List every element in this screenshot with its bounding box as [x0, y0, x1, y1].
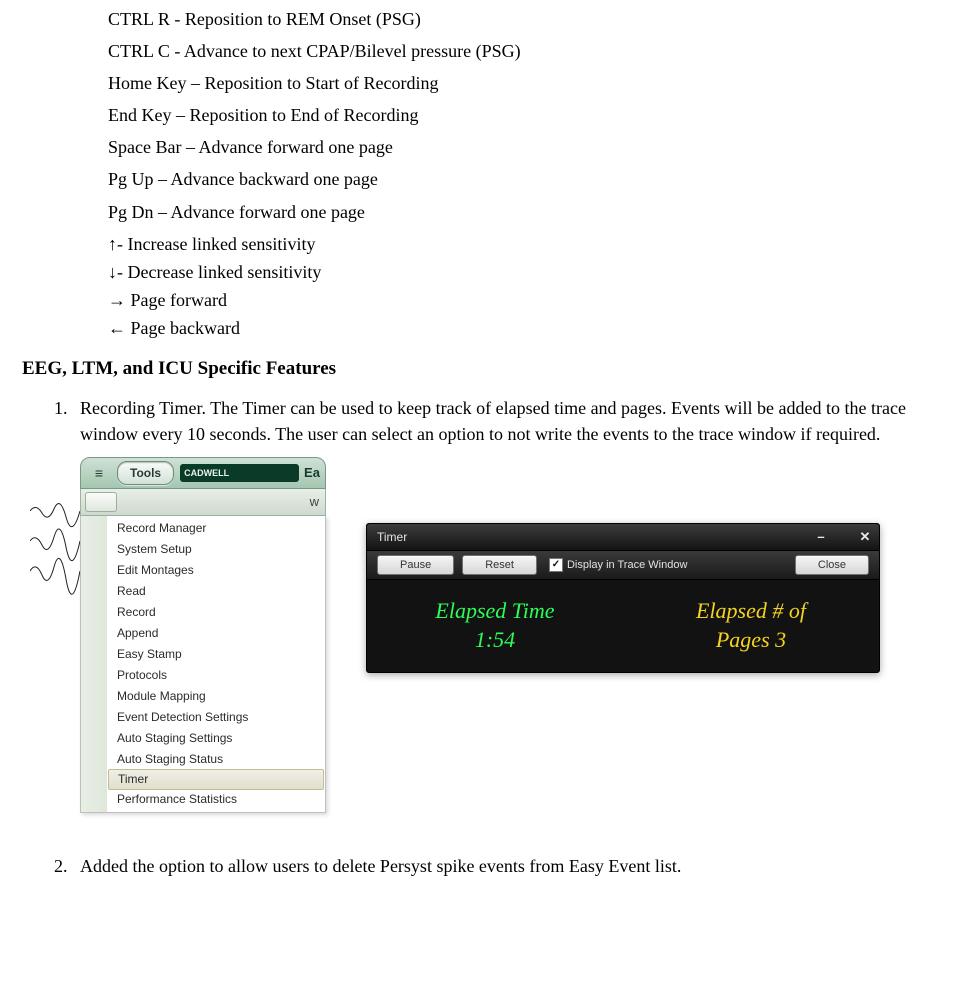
eeg-trace-decoration: [30, 493, 80, 613]
menu-item-performance-statistics[interactable]: Performance Statistics: [107, 789, 325, 810]
toolbar-icon[interactable]: [85, 492, 117, 512]
elapsed-pages-display: Elapsed # of Pages 3: [623, 580, 879, 672]
timer-title-text: Timer: [377, 530, 407, 544]
pause-button[interactable]: Pause: [377, 555, 454, 575]
shortcut-item: ↑- Increase linked sensitivity: [108, 231, 944, 257]
maximize-icon[interactable]: [833, 529, 853, 545]
reset-button[interactable]: Reset: [462, 555, 537, 575]
checkbox-label: Display in Trace Window: [567, 559, 687, 571]
timer-titlebar: Timer – ✕: [367, 524, 879, 551]
feature-2-text: Added the option to allow users to delet…: [80, 853, 944, 879]
menu-item-easy-stamp[interactable]: Easy Stamp: [107, 644, 325, 665]
close-icon[interactable]: ✕: [855, 529, 875, 545]
header-fragment: Ea: [299, 465, 325, 480]
menu-item-edit-montages[interactable]: Edit Montages: [107, 560, 325, 581]
feature-item-2: Added the option to allow users to delet…: [72, 853, 944, 879]
menu-item-append[interactable]: Append: [107, 623, 325, 644]
tools-menu-screenshot: ≡ Tools CADWELL Ea w Record ManagerSyste…: [80, 457, 326, 813]
menu-item-auto-staging-settings[interactable]: Auto Staging Settings: [107, 728, 325, 749]
shortcut-item: ↓- Decrease linked sensitivity: [108, 259, 944, 285]
shortcut-item: Pg Up – Advance backward one page: [108, 166, 944, 192]
tools-button[interactable]: Tools: [117, 461, 174, 485]
timer-window: Timer – ✕ Pause Reset ✓ Display in Trace…: [366, 523, 880, 673]
elapsed-pages-value: Pages 3: [716, 626, 786, 655]
menu-item-record[interactable]: Record: [107, 602, 325, 623]
tools-subtoolbar: w: [80, 489, 326, 516]
menu-item-timer[interactable]: Timer: [108, 769, 324, 790]
shortcut-item: ← Page backward: [108, 315, 944, 341]
checkbox-icon[interactable]: ✓: [549, 558, 563, 572]
menu-gutter: [81, 516, 107, 812]
shortcut-item: End Key – Reposition to End of Recording: [108, 102, 944, 128]
elapsed-time-value: 1:54: [475, 626, 515, 655]
tools-header-bar: ≡ Tools CADWELL Ea: [80, 457, 326, 489]
shortcut-item: → Page forward: [108, 287, 944, 313]
display-in-trace-checkbox[interactable]: ✓ Display in Trace Window: [549, 558, 687, 572]
shortcut-item: Space Bar – Advance forward one page: [108, 134, 944, 160]
shortcut-item: Home Key – Reposition to Start of Record…: [108, 70, 944, 96]
menu-item-read[interactable]: Read: [107, 581, 325, 602]
section-heading: EEG, LTM, and ICU Specific Features: [22, 355, 944, 383]
menu-item-record-manager[interactable]: Record Manager: [107, 518, 325, 539]
shortcut-item: CTRL R - Reposition to REM Onset (PSG): [108, 6, 944, 32]
brand-label: CADWELL: [180, 464, 299, 482]
shortcut-item: Pg Dn – Advance forward one page: [108, 199, 944, 225]
menu-item-auto-staging-status[interactable]: Auto Staging Status: [107, 749, 325, 770]
feature-1-text: Recording Timer. The Timer can be used t…: [80, 395, 944, 447]
hamburger-icon: ≡: [95, 465, 103, 481]
menu-item-protocols[interactable]: Protocols: [107, 665, 325, 686]
shortcut-item: CTRL C - Advance to next CPAP/Bilevel pr…: [108, 38, 944, 64]
keyboard-shortcut-list: CTRL R - Reposition to REM Onset (PSG) C…: [108, 6, 944, 341]
feature-item-1: Recording Timer. The Timer can be used t…: [72, 395, 944, 813]
timer-body: Elapsed Time 1:54 Elapsed # of Pages 3: [367, 580, 879, 672]
menu-item-event-detection-settings[interactable]: Event Detection Settings: [107, 707, 325, 728]
timer-toolbar: Pause Reset ✓ Display in Trace Window Cl…: [367, 551, 879, 580]
elapsed-time-display: Elapsed Time 1:54: [367, 580, 623, 672]
menu-item-system-setup[interactable]: System Setup: [107, 539, 325, 560]
tools-dropdown-menu: Record ManagerSystem SetupEdit MontagesR…: [80, 516, 326, 813]
elapsed-time-label: Elapsed Time: [435, 597, 554, 626]
close-button[interactable]: Close: [795, 555, 869, 575]
toolbar-fragment: w: [310, 494, 319, 509]
menu-item-module-mapping[interactable]: Module Mapping: [107, 686, 325, 707]
elapsed-pages-label: Elapsed # of: [696, 597, 806, 626]
minimize-icon[interactable]: –: [811, 529, 831, 545]
